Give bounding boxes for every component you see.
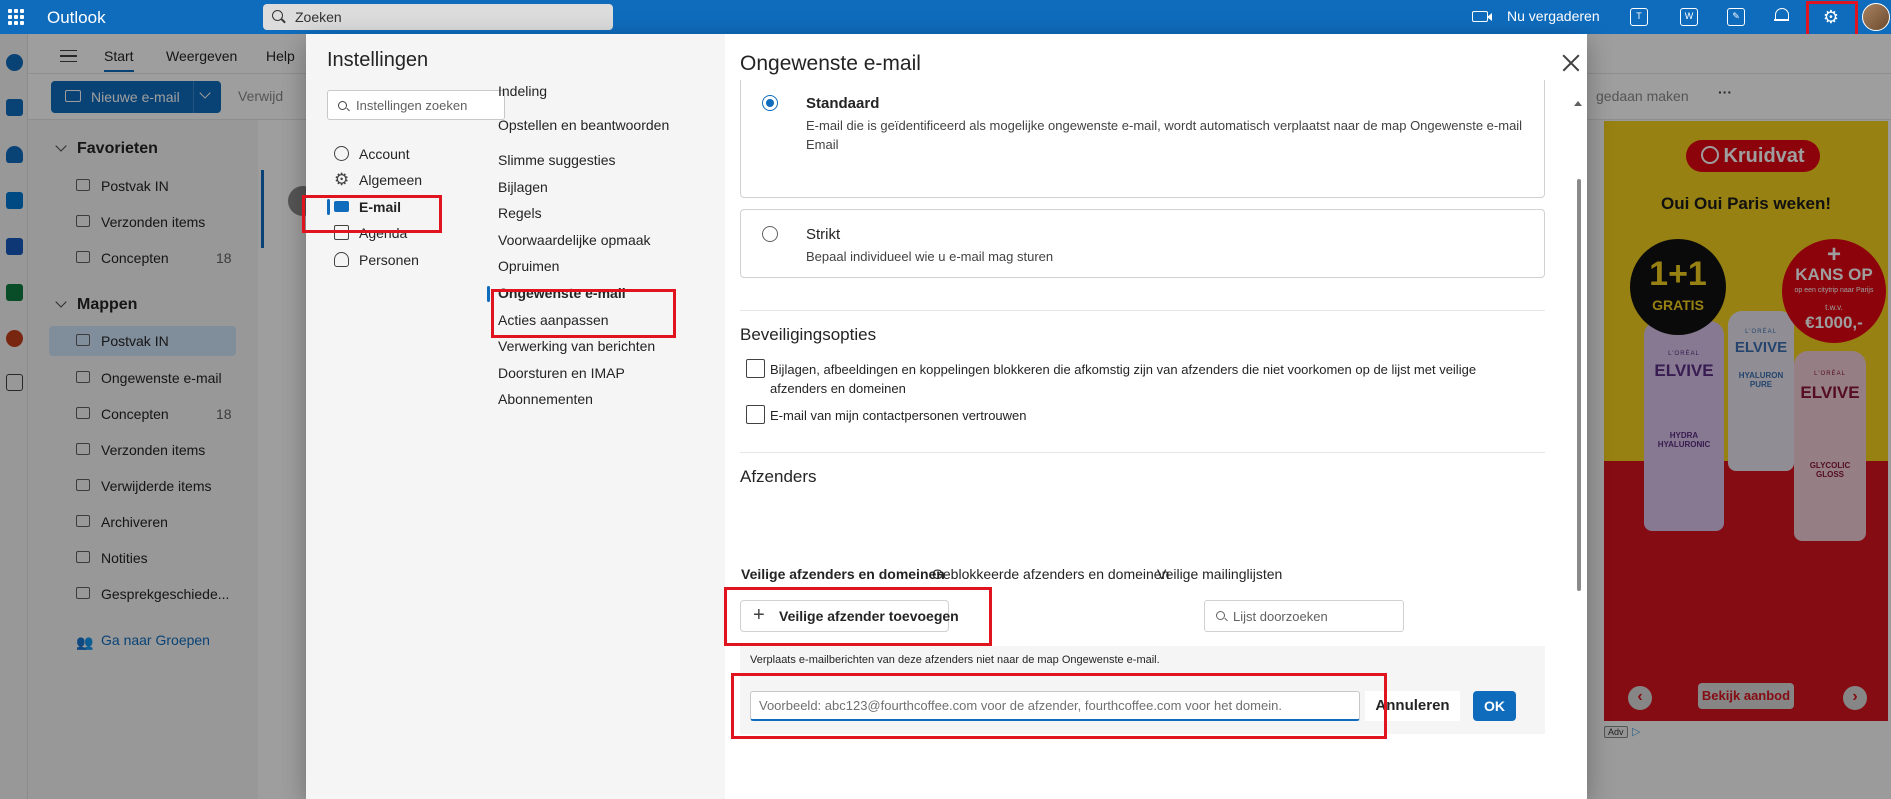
settings-gear-icon[interactable]: ⚙ (1822, 8, 1840, 26)
add-safe-sender-button[interactable]: + Veilige afzender toevoegen (740, 600, 959, 632)
divider (740, 452, 1545, 453)
search-icon (272, 10, 283, 21)
block-attachments-label: Bijlagen, afbeeldingen en koppelingen bl… (770, 362, 1477, 396)
settings-sub-message-handling[interactable]: Verwerking van berichten (498, 338, 655, 354)
search-placeholder: Zoeken (295, 9, 342, 25)
bell-icon[interactable] (1774, 8, 1789, 24)
safe-senders-info: Verplaats e-mailberichten van deze afzen… (740, 646, 1545, 676)
safe-sender-email-input[interactable] (750, 691, 1360, 721)
app-title: Outlook (47, 8, 106, 27)
tab-blocked-senders[interactable]: Geblokkeerde afzenders en domeinen (932, 566, 1169, 582)
settings-nav: Instellingen Instellingen zoeken Account… (306, 34, 725, 799)
scrollbar-thumb[interactable] (1577, 179, 1581, 591)
search-icon (1216, 611, 1225, 620)
standard-title: Standaard (806, 95, 880, 112)
calendar-icon (334, 225, 349, 240)
divider (740, 310, 1545, 311)
block-attachments-checkbox[interactable] (746, 359, 765, 378)
people-icon (334, 252, 349, 267)
settings-sub-layout[interactable]: Indeling (498, 83, 547, 99)
radio-standard[interactable] (762, 95, 778, 111)
settings-dialog: Instellingen Instellingen zoeken Account… (306, 34, 1587, 799)
app-launcher-icon[interactable] (8, 9, 24, 25)
settings-sub-compose[interactable]: Opstellen en beantwoorden (498, 117, 669, 133)
search-icon (338, 101, 347, 110)
gear-icon: ⚙ (334, 170, 350, 189)
video-camera-icon[interactable] (1472, 11, 1492, 22)
list-search-input[interactable]: Lijst doorzoeken (1204, 600, 1404, 632)
settings-sub-customize-actions[interactable]: Acties aanpassen (498, 312, 609, 328)
settings-sub-subscriptions[interactable]: Abonnementen (498, 391, 593, 407)
scroll-up-arrow[interactable] (1574, 101, 1582, 106)
word-icon[interactable]: W (1680, 8, 1698, 26)
ok-button[interactable]: OK (1473, 691, 1516, 721)
strict-title: Strikt (806, 226, 841, 243)
settings-sub-forwarding-imap[interactable]: Doorsturen en IMAP (498, 365, 625, 381)
radio-strict[interactable] (762, 226, 778, 242)
settings-category-calendar[interactable]: Agenda (327, 220, 477, 246)
settings-search-input[interactable]: Instellingen zoeken (327, 90, 505, 120)
tab-safe-senders[interactable]: Veilige afzenders en domeinen (741, 566, 945, 590)
settings-sub-junk-email[interactable]: Ongewenste e-mail (487, 285, 626, 302)
trust-contacts-label: E-mail van mijn contactpersonen vertrouw… (770, 408, 1027, 423)
cancel-button[interactable]: Annuleren (1365, 691, 1460, 721)
account-icon (334, 146, 349, 161)
plus-icon: + (753, 604, 765, 626)
meet-now-button[interactable]: Nu vergaderen (1507, 8, 1600, 24)
standard-description: E-mail die is geïdentificeerd als mogeli… (806, 118, 1523, 152)
settings-sub-conditional-formatting[interactable]: Voorwaardelijke opmaak (498, 232, 651, 248)
strict-description: Bepaal individueel wie u e-mail mag stur… (806, 249, 1054, 264)
junk-email-pane: Ongewenste e-mail Standaard E-mail die i… (725, 34, 1587, 799)
filter-option-standard[interactable]: Standaard E-mail die is geïdentificeerd … (740, 80, 1545, 198)
notes-icon[interactable]: ✎ (1727, 8, 1745, 26)
security-options-title: Beveiligingsopties (740, 325, 877, 344)
pane-title: Ongewenste e-mail (740, 52, 921, 75)
settings-category-people[interactable]: Personen (327, 247, 477, 273)
filter-option-strict[interactable]: Strikt Bepaal individueel wie u e-mail m… (740, 209, 1545, 278)
avatar[interactable] (1862, 3, 1890, 31)
settings-title: Instellingen (327, 49, 429, 71)
trust-contacts-checkbox[interactable] (746, 405, 765, 424)
mail-icon (334, 201, 349, 212)
settings-category-general[interactable]: ⚙ Algemeen (327, 167, 477, 193)
search-box[interactable]: Zoeken (263, 4, 613, 30)
settings-sub-attachments[interactable]: Bijlagen (498, 179, 548, 195)
settings-sub-rules[interactable]: Regels (498, 205, 542, 221)
tab-safe-mailing-lists[interactable]: Veilige mailinglijsten (1157, 566, 1282, 582)
close-icon[interactable] (1562, 54, 1580, 72)
top-bar: Outlook Zoeken Nu vergaderen T W ✎ ⚙ (0, 0, 1891, 34)
senders-title: Afzenders (740, 467, 817, 486)
settings-sub-smart-suggestions[interactable]: Slimme suggesties (498, 152, 616, 168)
teams-icon[interactable]: T (1630, 8, 1648, 26)
settings-category-account[interactable]: Account (327, 141, 477, 167)
settings-sub-sweep[interactable]: Opruimen (498, 258, 559, 274)
settings-category-mail[interactable]: E-mail (327, 194, 477, 220)
